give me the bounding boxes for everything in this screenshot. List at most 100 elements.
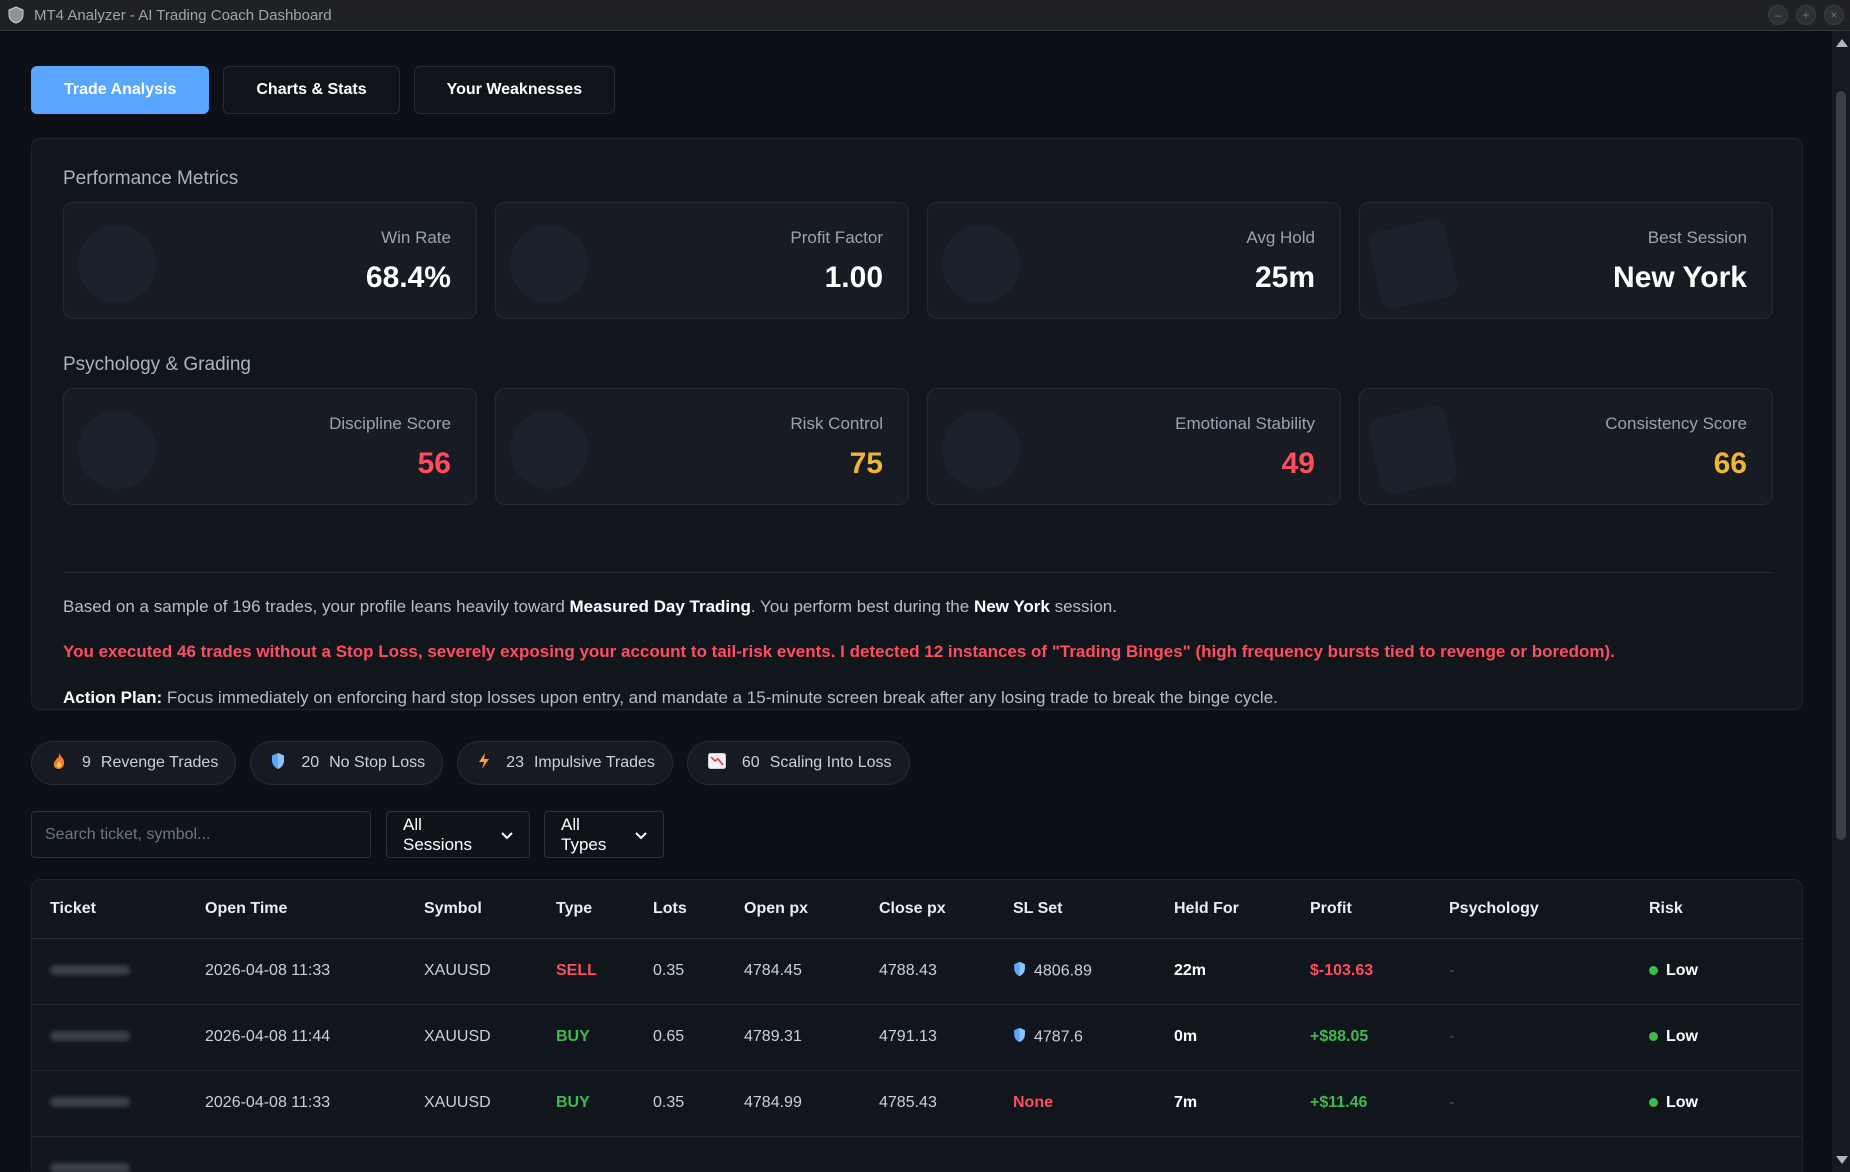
col-risk[interactable]: Risk: [1631, 880, 1802, 939]
analysis-panel: Performance Metrics Win Rate 68.4% Profi…: [31, 138, 1803, 710]
table-row[interactable]: 2026-04-08 11:44 XAUUSD BUY 0.65 4789.31…: [32, 1004, 1802, 1071]
profit-factor-card: Profit Factor 1.00: [495, 202, 909, 319]
minimize-button[interactable]: –: [1768, 5, 1788, 25]
table-row[interactable]: 2026-04-08 11:33 XAUUSD SELL 0.35 4784.4…: [32, 938, 1802, 1005]
impulsive-trades-label: Impulsive Trades: [533, 754, 655, 771]
col-psychology[interactable]: Psychology: [1431, 880, 1631, 939]
sl-cell: 4806.89: [995, 938, 1156, 1005]
col-open-time[interactable]: Open Time: [187, 880, 406, 939]
chart-down-icon: [707, 752, 726, 774]
shield-icon: [510, 411, 588, 489]
impulsive-trades-pill[interactable]: 23 Impulsive Trades: [457, 741, 673, 785]
performance-cards: Win Rate 68.4% Profit Factor 1.00 Avg Ho…: [63, 202, 1773, 319]
chevron-down-icon: [501, 825, 513, 845]
symbol-cell: XAUUSD: [406, 938, 538, 1005]
no-stop-loss-label: No Stop Loss: [329, 754, 426, 771]
symbol-cell: XAUUSD: [406, 1070, 538, 1137]
summary-text-3: session.: [1049, 597, 1117, 616]
open-time-cell: 2026-04-08 11:44: [187, 1004, 406, 1071]
risk-control-label: Risk Control: [790, 414, 883, 433]
risk-value: Low: [1666, 1028, 1698, 1045]
no-stop-loss-pill[interactable]: 20 No Stop Loss: [250, 741, 444, 785]
scroll-up-arrow-icon[interactable]: [1836, 39, 1848, 47]
tab-charts-stats[interactable]: Charts & Stats: [223, 66, 400, 114]
sl-value: 4806.89: [1034, 962, 1092, 980]
col-type[interactable]: Type: [538, 880, 635, 939]
session-select[interactable]: All Sessions: [386, 811, 530, 858]
open-px-cell: 4784.99: [726, 1070, 861, 1137]
action-plan-label: Action Plan:: [63, 688, 163, 707]
avg-hold-value: 25m: [1254, 261, 1315, 294]
win-rate-label: Win Rate: [381, 228, 451, 247]
lots-cell: 0.35: [635, 1070, 726, 1137]
summary-style: Measured Day Trading: [569, 597, 751, 616]
tab-your-weaknesses[interactable]: Your Weaknesses: [413, 66, 616, 114]
type-select[interactable]: All Types: [544, 811, 664, 858]
shield-icon: [271, 752, 285, 775]
maximize-button[interactable]: +: [1796, 5, 1816, 25]
anchor-icon: [942, 411, 1020, 489]
col-lots[interactable]: Lots: [635, 880, 726, 939]
impulsive-trades-count: 23: [506, 754, 524, 771]
scaling-into-loss-pill[interactable]: 60 Scaling Into Loss: [686, 741, 910, 785]
col-held-for[interactable]: Held For: [1156, 880, 1292, 939]
search-input[interactable]: [31, 811, 371, 858]
col-profit[interactable]: Profit: [1292, 880, 1431, 939]
profit-factor-value: 1.00: [824, 261, 883, 294]
revenge-trades-pill[interactable]: 9 Revenge Trades: [31, 741, 237, 785]
target-icon: [1366, 403, 1460, 497]
panel-divider: [63, 572, 1772, 573]
col-close-px[interactable]: Close px: [861, 880, 995, 939]
table-row[interactable]: 2026-04-08 11:33 XAUUSD BUY 0.35 4784.99…: [32, 1070, 1802, 1137]
col-sl-set[interactable]: SL Set: [995, 880, 1156, 939]
scroll-down-arrow-icon[interactable]: [1836, 1156, 1848, 1164]
chevron-down-icon: [635, 825, 647, 845]
col-ticket[interactable]: Ticket: [32, 880, 187, 939]
empty-cell: [995, 1136, 1156, 1172]
table-row-partial[interactable]: [32, 1136, 1802, 1172]
lightning-icon: [478, 752, 490, 775]
summary-text-2: . You perform best during the: [750, 597, 974, 616]
sl-value: 4787.6: [1034, 1028, 1083, 1046]
lots-cell: 0.65: [635, 1004, 726, 1071]
empty-cell: [726, 1136, 861, 1172]
trades-table: Ticket Open Time Symbol Type Lots Open p…: [31, 879, 1803, 1172]
scroll-thumb[interactable]: [1836, 91, 1846, 840]
col-symbol[interactable]: Symbol: [406, 880, 538, 939]
avg-hold-label: Avg Hold: [1246, 228, 1315, 247]
consistency-score-label: Consistency Score: [1605, 414, 1747, 433]
discipline-score-value: 56: [417, 447, 451, 480]
profit-cell: $-103.63: [1292, 938, 1431, 1005]
fire-icon: [52, 752, 66, 775]
revenge-trades-label: Revenge Trades: [100, 754, 219, 771]
close-px-cell: 4788.43: [861, 938, 995, 1005]
lots-cell: 0.35: [635, 938, 726, 1005]
app-shield-icon: [6, 5, 26, 25]
summary-session: New York: [973, 597, 1050, 616]
sl-cell: None: [995, 1070, 1156, 1137]
open-px-cell: 4784.45: [726, 938, 861, 1005]
clock-icon: [942, 225, 1020, 303]
empty-cell: [1156, 1136, 1292, 1172]
emotional-stability-value: 49: [1281, 447, 1315, 480]
open-time-cell: 2026-04-08 11:33: [187, 938, 406, 1005]
session-select-value: All Sessions: [403, 814, 472, 854]
vertical-scrollbar[interactable]: [1832, 31, 1850, 1172]
weakness-pills: 9 Revenge Trades 20 No Stop Loss 23 Impu…: [31, 741, 910, 785]
tab-bar: Trade Analysis Charts & Stats Your Weakn…: [31, 66, 616, 114]
type-select-value: All Types: [561, 814, 607, 854]
best-session-value: New York: [1613, 261, 1747, 294]
emotional-stability-card: Emotional Stability 49: [927, 388, 1341, 505]
redacted-ticket: [50, 1031, 130, 1041]
col-open-px[interactable]: Open px: [726, 880, 861, 939]
profit-cell: +$11.46: [1292, 1070, 1431, 1137]
discipline-score-card: Discipline Score 56: [63, 388, 477, 505]
scaling-into-loss-label: Scaling Into Loss: [769, 754, 892, 771]
ticket-cell: [32, 938, 187, 1005]
empty-cell: [1292, 1136, 1431, 1172]
empty-cell: [861, 1136, 995, 1172]
sl-cell: 4787.6: [995, 1004, 1156, 1071]
close-button[interactable]: ×: [1824, 5, 1844, 25]
tab-trade-analysis[interactable]: Trade Analysis: [31, 66, 210, 114]
discipline-score-label: Discipline Score: [329, 414, 451, 433]
